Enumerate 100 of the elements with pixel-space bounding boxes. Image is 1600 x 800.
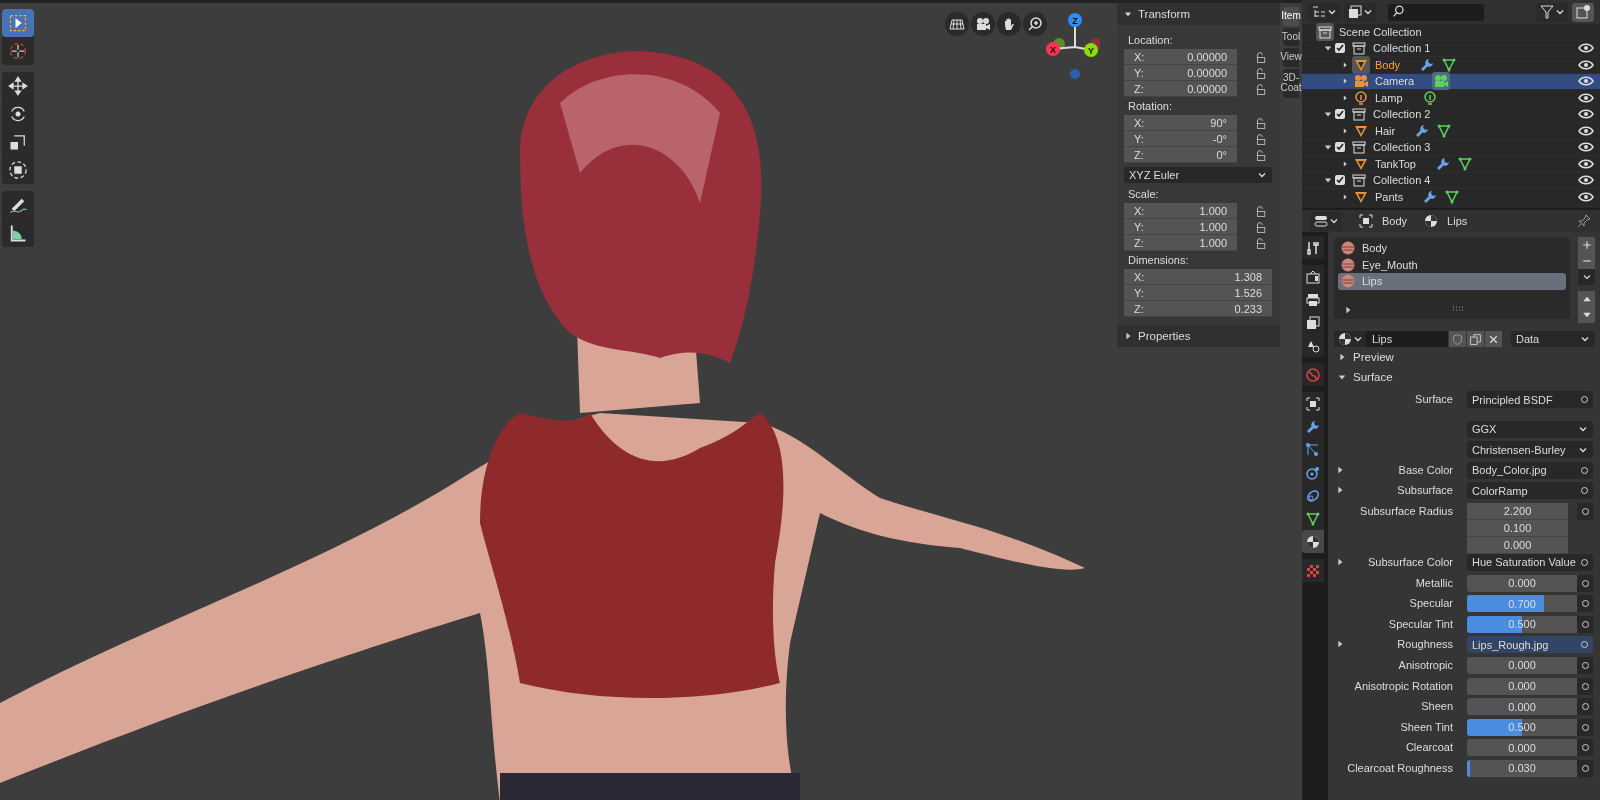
fake-user-button[interactable] [1449,331,1466,347]
number-field[interactable]: Y: -0° [1124,131,1237,147]
number-field[interactable]: 2.200 [1467,502,1568,520]
triangle-right-icon[interactable] [1342,127,1348,134]
slider[interactable]: 0.000 [1467,677,1577,695]
move-down-button[interactable] [1578,307,1595,323]
checkbox[interactable] [1335,142,1345,153]
panel-header[interactable]: Surface [1334,367,1595,387]
object-row[interactable]: Body [1302,57,1600,74]
number-field[interactable]: Z: 0.00000 [1124,81,1237,97]
object-row[interactable]: Pants [1302,189,1600,206]
slider[interactable]: 0.000 [1467,739,1577,757]
material-slot[interactable]: Lips [1338,273,1566,290]
material-properties-tab[interactable] [1302,530,1324,553]
socket-button[interactable] [1577,656,1593,674]
tool-properties-tab[interactable] [1302,236,1324,259]
slider[interactable]: 0.030 [1467,759,1577,777]
filter-button[interactable] [1536,2,1568,22]
sidebar-tab[interactable]: Item [1283,7,1299,26]
number-field[interactable]: Z: 1.000 [1124,235,1237,251]
collection-row[interactable]: Collection 4 [1302,172,1600,189]
editor-type-button[interactable] [1310,211,1342,231]
input-link-field[interactable]: Body_Color.jpg [1467,461,1593,479]
socket-button[interactable] [1577,739,1593,757]
collection-row[interactable]: Collection 2 [1302,106,1600,123]
number-field[interactable]: Z: 0° [1124,147,1237,163]
pan-view-button[interactable] [997,12,1021,36]
material-name-field[interactable]: Lips [1366,331,1448,347]
camera-view-button[interactable] [971,12,995,36]
slot-menu-button[interactable] [1578,269,1595,285]
socket-button[interactable] [1577,718,1593,736]
slider[interactable]: 0.000 [1467,656,1577,674]
panel-header[interactable]: Preview [1334,347,1595,367]
triangle-right-icon[interactable] [1124,332,1132,340]
3d-viewport[interactable] [0,0,1302,800]
input-link-field[interactable]: Lips_Rough.jpg [1467,636,1593,654]
dropdown[interactable]: Christensen-Burley [1467,441,1593,459]
socket-button[interactable] [1577,698,1593,716]
add-slot-button[interactable] [1578,237,1595,253]
socket-button[interactable] [1577,574,1593,592]
material-slot[interactable]: Body [1338,240,1566,257]
search-field[interactable] [1388,3,1484,21]
triangle-down-icon[interactable] [1324,110,1332,119]
triangle-right-icon[interactable] [1342,78,1348,85]
slider[interactable]: 0.000 [1467,574,1577,592]
socket-button[interactable] [1577,759,1593,777]
triangle-down-icon[interactable] [1324,176,1332,185]
sidebar-tab[interactable]: Tool [1283,27,1299,46]
display-mode-button[interactable] [1308,2,1340,22]
rotation-mode-dropdown[interactable]: XYZ Euler [1124,167,1272,183]
number-field[interactable]: X: 0.00000 [1124,49,1237,65]
select-box-tool-button[interactable] [2,9,34,37]
number-field[interactable]: X: 90° [1124,115,1237,131]
dropdown[interactable]: GGX [1467,420,1593,438]
link-dropdown[interactable]: Data [1511,331,1595,347]
triangle-right-icon[interactable] [1336,640,1344,649]
socket-button[interactable] [1577,677,1593,695]
input-link-field[interactable]: Principled BSDF [1467,391,1593,408]
triangle-down-icon[interactable] [1324,143,1332,152]
input-link-field[interactable]: Hue Saturation Value [1467,553,1593,571]
input-link-field[interactable]: ColorRamp [1467,482,1593,500]
resize-grip-icon[interactable] [1452,306,1464,312]
collection-row[interactable]: Collection 3 [1302,139,1600,156]
grid-view-button[interactable] [945,12,969,36]
number-field[interactable]: Y: 0.00000 [1124,65,1237,81]
object-properties-tab[interactable] [1302,392,1324,415]
move-up-button[interactable] [1578,291,1595,307]
zoom-view-button[interactable] [1023,12,1047,36]
checkbox[interactable] [1335,109,1345,120]
triangle-right-icon[interactable] [1344,306,1352,314]
number-field[interactable]: Z: 0.233 [1124,301,1272,317]
slider[interactable]: 0.000 [1467,698,1577,716]
axis-gizmo[interactable]: X Y Z [1046,13,1100,79]
collection-row[interactable]: Collection 1 [1302,40,1600,57]
number-field[interactable]: X: 1.000 [1124,203,1237,219]
object-row[interactable]: TankTop [1302,156,1600,173]
checkbox[interactable] [1335,43,1345,54]
world-properties-tab[interactable] [1302,363,1324,386]
triangle-right-icon[interactable] [1338,353,1346,361]
socket-button[interactable] [1577,595,1593,613]
triangle-right-icon[interactable] [1342,94,1348,101]
number-field[interactable]: Y: 1.526 [1124,285,1272,301]
socket-button[interactable] [1577,615,1593,633]
triangle-right-icon[interactable] [1342,160,1348,167]
scene-properties-tab[interactable] [1302,334,1324,357]
number-field[interactable]: Y: 1.000 [1124,219,1237,235]
triangle-right-icon[interactable] [1336,557,1344,566]
collection-row[interactable]: Scene Collection [1302,24,1600,41]
slider[interactable]: 0.500 [1467,615,1577,633]
material-slot[interactable]: Eye_Mouth [1338,256,1566,273]
object-row[interactable]: Lamp [1302,90,1600,107]
view-layer-button[interactable] [1344,2,1376,22]
triangle-down-icon[interactable] [1338,373,1346,381]
duplicate-button[interactable] [1467,331,1484,347]
data-properties-tab[interactable] [1302,507,1324,530]
number-field[interactable]: X: 1.308 [1124,269,1272,285]
triangle-right-icon[interactable] [1336,486,1344,495]
unlink-button[interactable] [1485,331,1502,347]
triangle-right-icon[interactable] [1342,61,1348,68]
material-browse-button[interactable] [1334,331,1366,347]
